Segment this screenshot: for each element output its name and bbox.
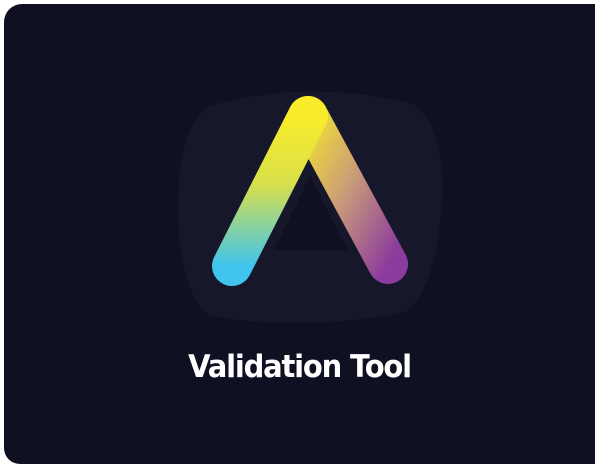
prism-triangle-icon bbox=[178, 91, 443, 324]
app-card-validation-tool[interactable]: Validation Tool bbox=[4, 4, 595, 464]
app-title: Validation Tool bbox=[188, 347, 412, 385]
app-logo bbox=[170, 86, 446, 324]
